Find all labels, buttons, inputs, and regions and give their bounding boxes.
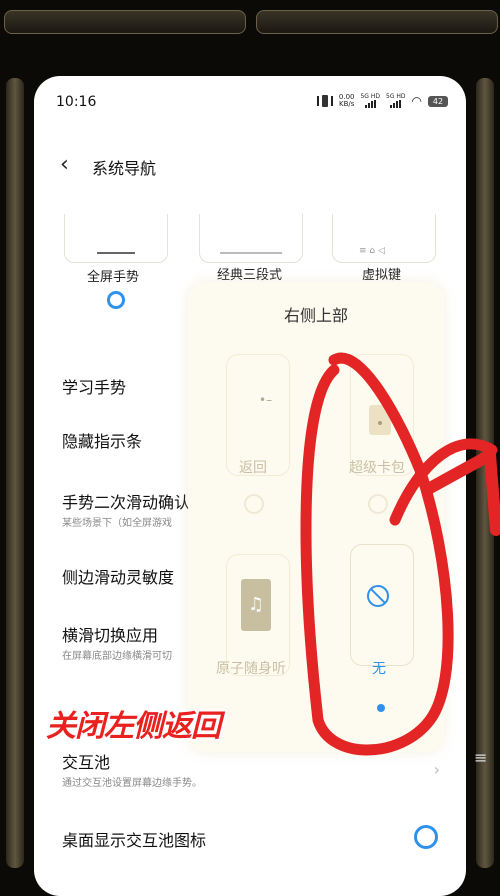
menu-icon: ≡ <box>474 748 488 767</box>
annotation-label: 关闭左侧返回 <box>46 709 221 744</box>
red-annotation-scribble <box>300 352 500 756</box>
